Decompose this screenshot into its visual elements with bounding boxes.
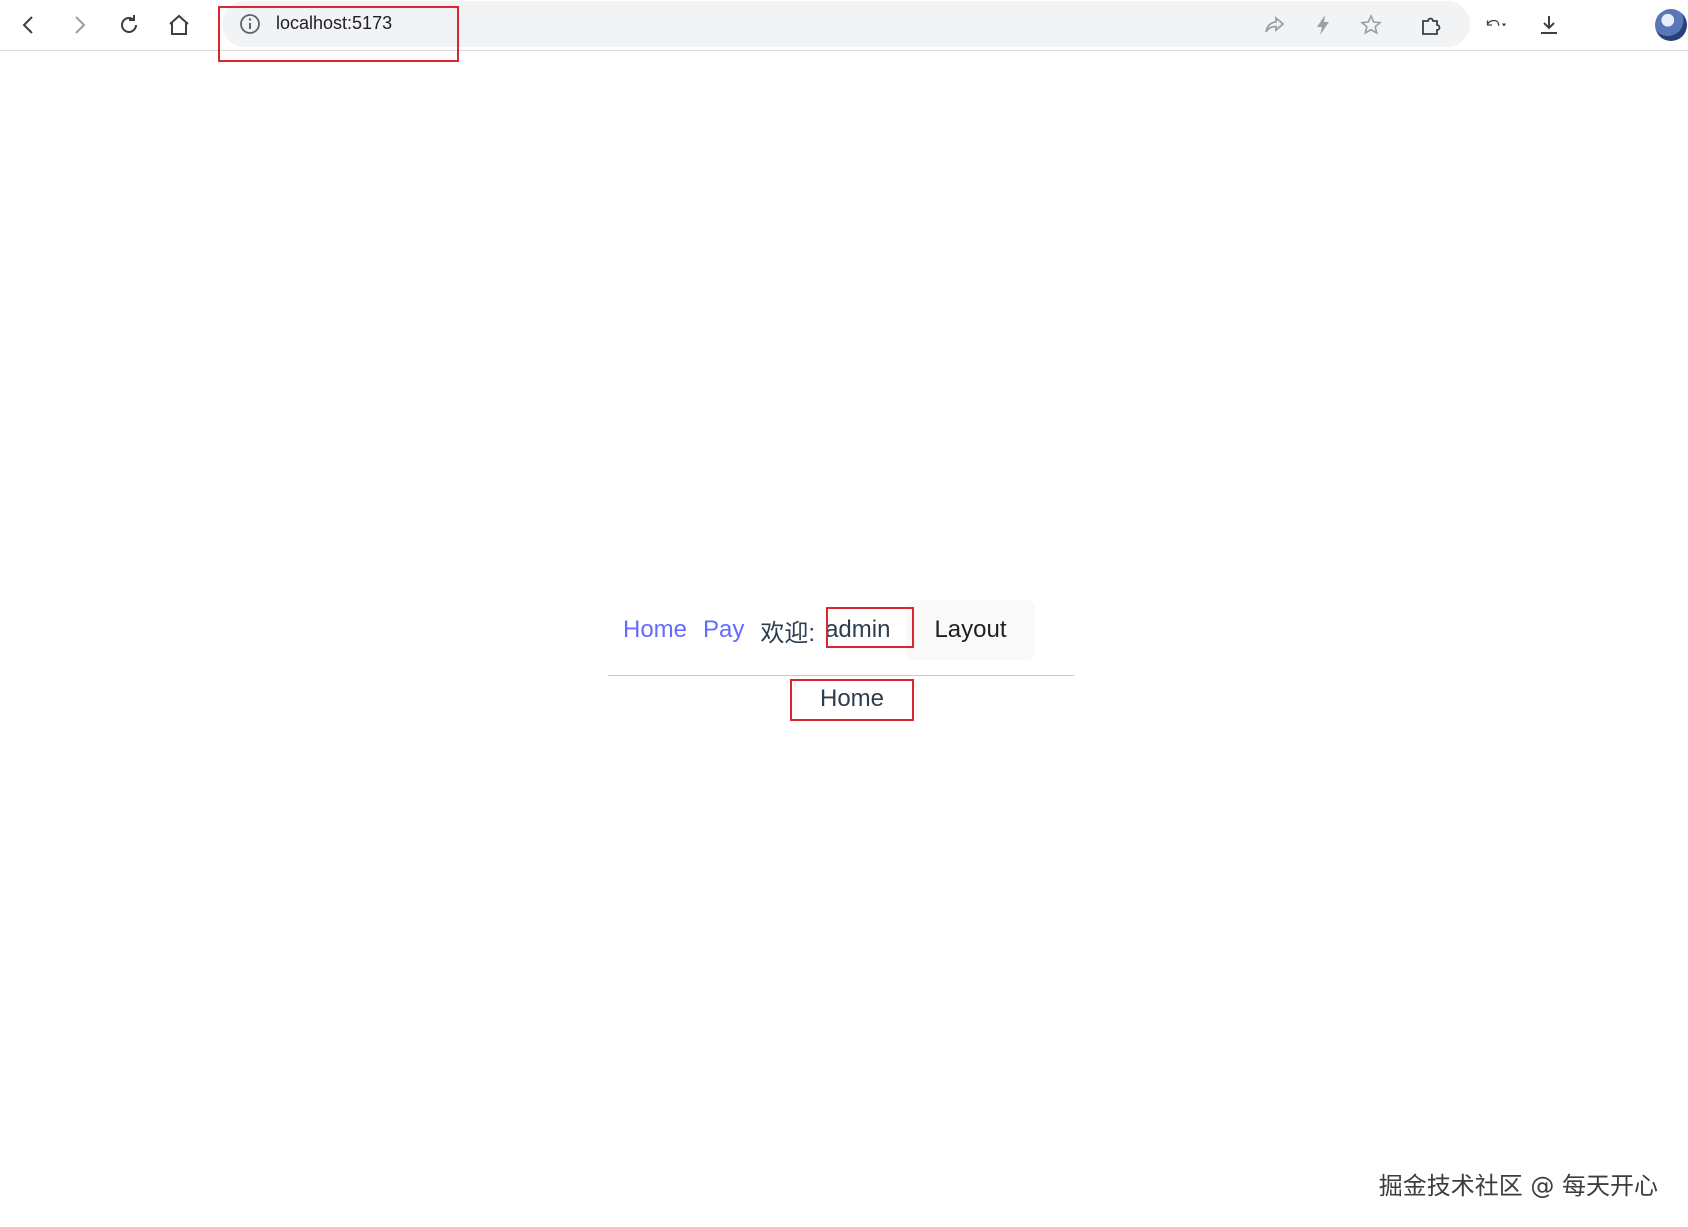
lightning-icon [1317, 15, 1329, 35]
layout-button[interactable]: Layout [906, 600, 1035, 660]
welcome-label: 欢迎: [760, 619, 816, 647]
url-text[interactable]: localhost:5173 [276, 13, 392, 34]
reload-button[interactable] [112, 8, 146, 42]
flash-button[interactable] [1306, 8, 1340, 42]
share-button[interactable] [1258, 8, 1292, 42]
forward-button[interactable] [62, 8, 96, 42]
nav-bar: Home Pay 欢迎: admin Layout [623, 600, 1035, 660]
share-icon [1265, 16, 1285, 33]
browser-toolbar: localhost:5173 [0, 0, 1688, 51]
arrow-left-icon [22, 16, 33, 34]
info-icon[interactable] [238, 12, 262, 36]
undo-button[interactable] [1470, 8, 1520, 42]
undo-icon [1486, 19, 1507, 27]
watermark: 掘金技术社区 @ 每天开心 [1378, 1172, 1658, 1200]
reload-icon [121, 15, 137, 33]
nav-link-home[interactable]: Home [623, 616, 687, 644]
home-button[interactable] [162, 8, 196, 42]
nav-link-pay[interactable]: Pay [703, 616, 744, 644]
download-button[interactable] [1532, 8, 1566, 42]
download-icon [1541, 16, 1557, 34]
star-icon [1360, 14, 1382, 35]
username: admin [825, 616, 891, 643]
puzzle-icon [1422, 17, 1441, 35]
home-icon [169, 14, 189, 35]
extensions-button[interactable] [1414, 8, 1448, 42]
back-button[interactable] [12, 8, 46, 42]
avatar[interactable] [1655, 9, 1687, 41]
page-content: Home Pay 欢迎: admin Layout Home [0, 51, 1688, 1227]
route-view-text: Home [819, 685, 885, 712]
divider [608, 675, 1074, 676]
bookmark-button[interactable] [1354, 8, 1388, 42]
arrow-right-icon [75, 16, 86, 34]
